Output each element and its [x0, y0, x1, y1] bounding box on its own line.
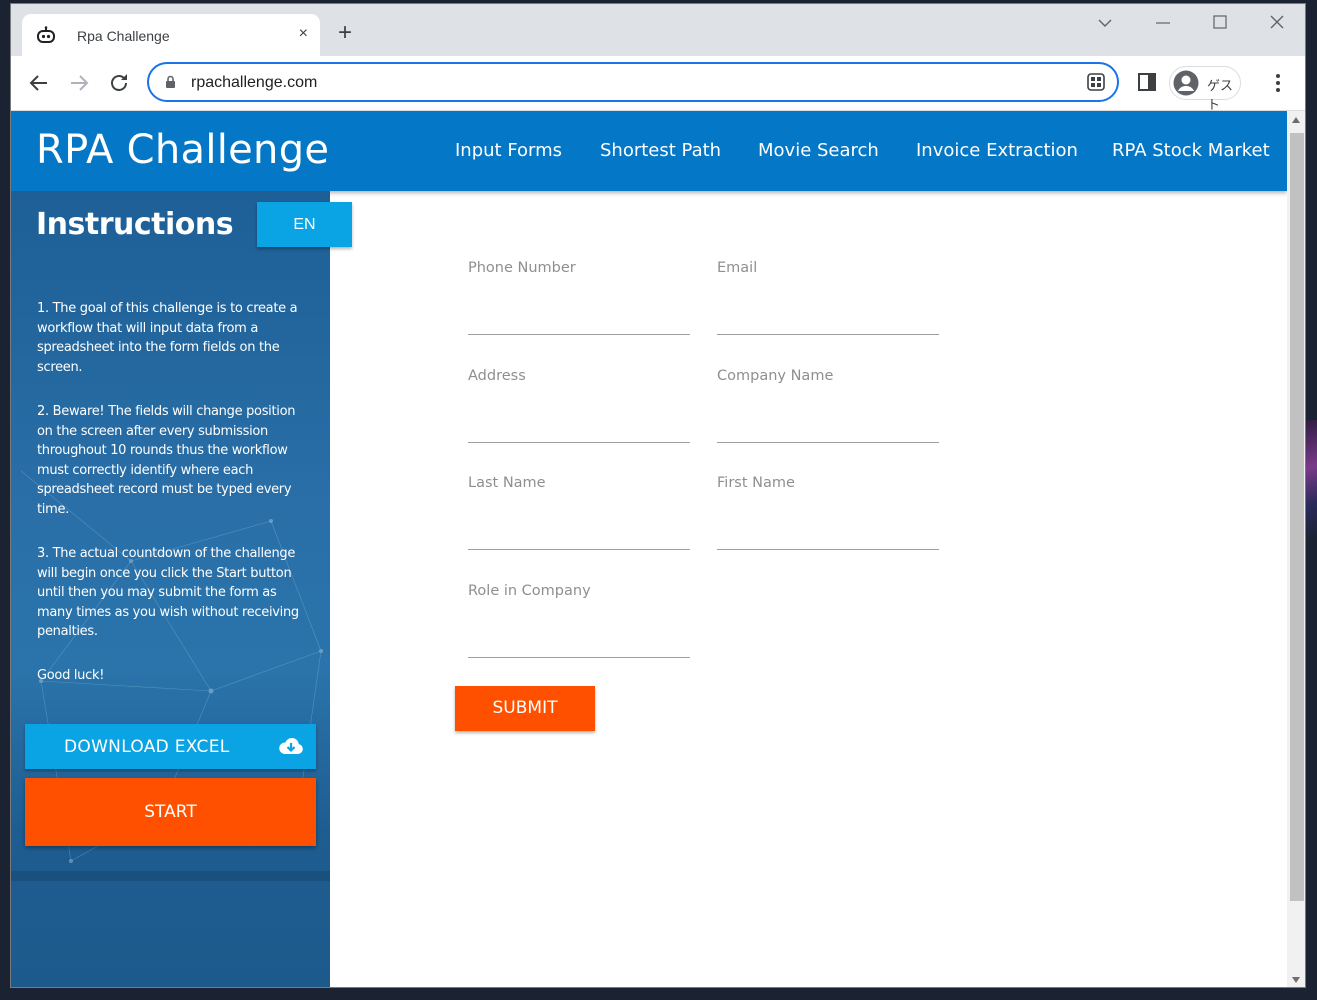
- submit-button[interactable]: SUBMIT: [455, 686, 595, 731]
- robot-icon: [37, 26, 55, 43]
- close-window-icon[interactable]: [1270, 15, 1284, 29]
- language-button[interactable]: EN: [257, 202, 352, 247]
- field-phone-number: Phone Number: [468, 260, 690, 340]
- phone-number-label: Phone Number: [468, 260, 576, 276]
- address-bar[interactable]: rpachallenge.com: [147, 62, 1119, 102]
- side-panel-icon[interactable]: [1138, 73, 1156, 91]
- start-button[interactable]: START: [25, 778, 316, 846]
- arrow-left-icon[interactable]: [28, 72, 50, 94]
- nav-shortest-path[interactable]: Shortest Path: [600, 140, 721, 161]
- field-email: Email: [717, 260, 939, 340]
- instructions-sidebar: Instructions EN 1. The goal of this chal…: [11, 191, 352, 987]
- browser-tab[interactable]: Rpa Challenge ×: [22, 14, 320, 56]
- kebab-menu-icon[interactable]: [1275, 73, 1281, 93]
- browser-window: Rpa Challenge × + rpachallenge.com ゲスト R…: [10, 3, 1306, 988]
- company-name-input[interactable]: [717, 418, 939, 443]
- download-excel-button[interactable]: DOWNLOAD EXCEL: [25, 724, 316, 769]
- address-input[interactable]: [468, 418, 690, 443]
- url-text: rpachallenge.com: [191, 74, 318, 91]
- tab-title: Rpa Challenge: [77, 28, 170, 44]
- site-header: RPA Challenge Input Forms Shortest Path …: [11, 111, 1287, 191]
- email-label: Email: [717, 260, 758, 276]
- address-label: Address: [468, 368, 526, 384]
- lock-icon[interactable]: [165, 75, 176, 89]
- close-tab-icon[interactable]: ×: [299, 24, 308, 44]
- field-address: Address: [468, 368, 690, 448]
- reload-icon[interactable]: [108, 72, 130, 94]
- last-name-label: Last Name: [468, 475, 546, 491]
- qr-code-icon[interactable]: [1087, 73, 1105, 91]
- page-scrollbar[interactable]: [1287, 111, 1305, 987]
- brand-logo[interactable]: RPA Challenge: [36, 127, 329, 173]
- instructions-heading: Instructions: [36, 207, 234, 242]
- phone-number-input[interactable]: [468, 310, 690, 335]
- arrow-right-icon[interactable]: [68, 72, 90, 94]
- field-role-in-company: Role in Company: [468, 583, 690, 663]
- minimize-icon[interactable]: [1156, 22, 1170, 24]
- nav-rpa-stock-market[interactable]: RPA Stock Market: [1112, 140, 1270, 161]
- instruction-paragraph-2: 2. Beware! The fields will change positi…: [37, 404, 296, 517]
- scroll-up-arrow-icon[interactable]: [1292, 117, 1300, 123]
- nav-movie-search[interactable]: Movie Search: [758, 140, 879, 161]
- new-tab-button[interactable]: +: [338, 21, 352, 45]
- company-name-label: Company Name: [717, 368, 834, 384]
- profile-button[interactable]: ゲスト: [1169, 66, 1241, 112]
- role-in-company-label: Role in Company: [468, 583, 591, 599]
- scroll-down-arrow-icon[interactable]: [1292, 977, 1300, 983]
- tab-search-icon[interactable]: [1098, 18, 1112, 28]
- role-in-company-input[interactable]: [468, 633, 690, 658]
- sidebar-divider: [11, 871, 330, 881]
- instruction-good-luck: Good luck!: [37, 668, 105, 683]
- first-name-label: First Name: [717, 475, 795, 491]
- profile-label: ゲスト: [1207, 78, 1234, 112]
- instruction-paragraph-1: 1. The goal of this challenge is to crea…: [37, 301, 298, 375]
- field-first-name: First Name: [717, 475, 939, 555]
- maximize-icon[interactable]: [1213, 15, 1227, 29]
- instruction-paragraph-3: 3. The actual countdown of the challenge…: [37, 546, 299, 639]
- account-circle-icon: [1173, 70, 1199, 96]
- download-excel-label: DOWNLOAD EXCEL: [64, 737, 230, 757]
- field-last-name: Last Name: [468, 475, 690, 555]
- browser-toolbar: rpachallenge.com ゲスト: [11, 56, 1305, 112]
- nav-input-forms[interactable]: Input Forms: [455, 140, 562, 161]
- field-company-name: Company Name: [717, 368, 939, 448]
- page-content: RPA Challenge Input Forms Shortest Path …: [11, 111, 1287, 987]
- first-name-input[interactable]: [717, 525, 939, 550]
- scrollbar-thumb[interactable]: [1290, 133, 1304, 901]
- nav-invoice-extraction[interactable]: Invoice Extraction: [916, 140, 1078, 161]
- email-input[interactable]: [717, 310, 939, 335]
- cloud-download-icon: [279, 737, 303, 754]
- tab-strip: Rpa Challenge × +: [11, 4, 1305, 56]
- last-name-input[interactable]: [468, 525, 690, 550]
